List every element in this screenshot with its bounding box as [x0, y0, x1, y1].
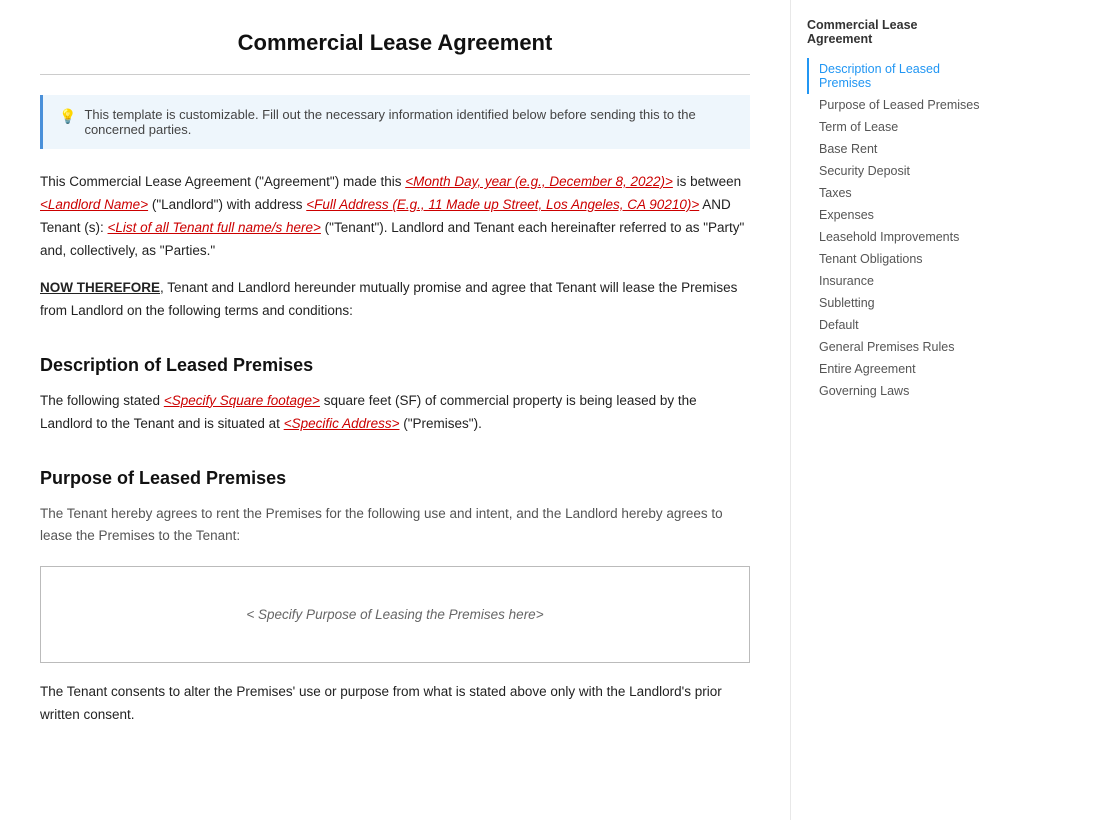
section-heading-purpose: Purpose of Leased Premises	[40, 468, 750, 489]
sidebar-navigation: Description of Leased Premises Purpose o…	[807, 58, 984, 402]
consent-text: The Tenant consents to alter the Premise…	[40, 681, 750, 727]
desc-body3: ("Premises").	[400, 416, 482, 431]
main-content: Commercial Lease Agreement 💡 This templa…	[0, 0, 790, 820]
section-heading-description: Description of Leased Premises	[40, 355, 750, 376]
sidebar-title: Commercial Lease Agreement	[807, 18, 984, 46]
lightbulb-icon: 💡	[59, 108, 76, 125]
notice-box: 💡 This template is customizable. Fill ou…	[40, 95, 750, 149]
purpose-intro-text: The Tenant hereby agrees to rent the Pre…	[40, 503, 750, 549]
specific-address-placeholder[interactable]: <Specific Address>	[284, 416, 400, 431]
notice-text: This template is customizable. Fill out …	[84, 107, 734, 137]
desc-body1: The following stated	[40, 393, 164, 408]
intro-part1: This Commercial Lease Agreement ("Agreem…	[40, 174, 405, 189]
sidebar-item-expenses[interactable]: Expenses	[807, 204, 984, 226]
sidebar-item-leasehold[interactable]: Leasehold Improvements	[807, 226, 984, 248]
sidebar-item-base-rent[interactable]: Base Rent	[807, 138, 984, 160]
sidebar-item-term[interactable]: Term of Lease	[807, 116, 984, 138]
intro-paragraph: This Commercial Lease Agreement ("Agreem…	[40, 171, 750, 263]
sidebar-item-entire-agreement[interactable]: Entire Agreement	[807, 358, 984, 380]
sidebar-item-security-deposit[interactable]: Security Deposit	[807, 160, 984, 182]
purpose-input-box[interactable]: < Specify Purpose of Leasing the Premise…	[40, 566, 750, 663]
now-therefore-label: NOW THEREFORE	[40, 280, 160, 295]
intro-part2: is between	[673, 174, 741, 189]
sidebar-item-purpose[interactable]: Purpose of Leased Premises	[807, 94, 984, 116]
document-title: Commercial Lease Agreement	[40, 30, 750, 56]
sidebar-item-default[interactable]: Default	[807, 314, 984, 336]
sidebar-item-governing-laws[interactable]: Governing Laws	[807, 380, 984, 402]
sidebar: Commercial Lease Agreement Description o…	[790, 0, 1000, 820]
square-placeholder[interactable]: <Specify Square footage>	[164, 393, 320, 408]
sidebar-item-insurance[interactable]: Insurance	[807, 270, 984, 292]
page-layout: Commercial Lease Agreement 💡 This templa…	[0, 0, 1106, 820]
address-placeholder[interactable]: <Full Address (E.g., 11 Made up Street, …	[306, 197, 699, 212]
intro-part3: ("Landlord") with address	[148, 197, 306, 212]
description-paragraph: The following stated <Specify Square foo…	[40, 390, 750, 436]
sidebar-item-tenant-obligations[interactable]: Tenant Obligations	[807, 248, 984, 270]
now-therefore-paragraph: NOW THEREFORE, Tenant and Landlord hereu…	[40, 277, 750, 323]
sidebar-item-subletting[interactable]: Subletting	[807, 292, 984, 314]
landlord-placeholder[interactable]: <Landlord Name>	[40, 197, 148, 212]
title-divider	[40, 74, 750, 75]
sidebar-item-description[interactable]: Description of Leased Premises	[807, 58, 984, 94]
tenant-placeholder[interactable]: <List of all Tenant full name/s here>	[108, 220, 321, 235]
date-placeholder[interactable]: <Month Day, year (e.g., December 8, 2022…	[405, 174, 673, 189]
sidebar-item-taxes[interactable]: Taxes	[807, 182, 984, 204]
purpose-placeholder-text: < Specify Purpose of Leasing the Premise…	[246, 607, 543, 622]
sidebar-item-general-premises[interactable]: General Premises Rules	[807, 336, 984, 358]
